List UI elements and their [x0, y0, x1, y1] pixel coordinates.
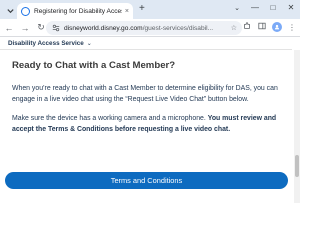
new-tab-button[interactable]: + [139, 4, 145, 14]
page-heading: Ready to Chat with a Cast Member? [12, 60, 176, 71]
omnibox-icons: ☆ [231, 24, 237, 32]
main-content: Ready to Chat with a Cast Member? When y… [12, 60, 288, 144]
maximize-button[interactable]: □ [268, 2, 278, 14]
bookmark-star-icon[interactable]: ☆ [231, 24, 237, 32]
address-bar[interactable]: disneyworld.disney.go.com/guest-services… [46, 21, 242, 35]
minimize-button[interactable]: — [250, 2, 260, 14]
section-nav[interactable]: Disability Access Service ⌄ [0, 38, 292, 50]
page-viewport: Disability Access Service ⌄ Ready to Cha… [0, 38, 300, 203]
sticky-footer: Terms and Conditions [0, 163, 294, 203]
site-info-icon[interactable] [51, 24, 60, 33]
scrollbar-thumb[interactable] [295, 155, 299, 177]
section-nav-label: Disability Access Service [8, 40, 84, 47]
chevron-down-icon: ⌄ [86, 41, 92, 47]
browser-tab[interactable]: Registering for Disability Access × [17, 3, 133, 19]
toolbar-right: ⋮ [242, 22, 297, 32]
browser-toolbar: ← → ↻ disneyworld.disney.go.com/guest-se… [0, 19, 300, 37]
url-host: disneyworld.disney.go.com [64, 24, 143, 32]
extensions-icon[interactable] [242, 22, 252, 32]
scrollbar[interactable] [294, 50, 300, 203]
tab-strip: Registering for Disability Access × + ⌄ … [0, 0, 300, 19]
intro-paragraph: When you’re ready to chat with a Cast Me… [12, 85, 278, 103]
menu-icon[interactable]: ⋮ [287, 23, 297, 32]
tab-title: Registering for Disability Access [34, 7, 122, 15]
forward-button[interactable]: → [18, 23, 32, 33]
tab-list-chevron-icon[interactable]: ⌄ [234, 4, 240, 12]
favicon-icon [21, 6, 30, 16]
url-path: /guest-services/disabil... [142, 24, 214, 32]
window-controls: — □ ✕ [250, 2, 296, 14]
profile-icon[interactable] [272, 22, 282, 32]
requirements-paragraph: Make sure the device has a working camer… [12, 114, 288, 135]
tab-search-icon[interactable] [4, 4, 16, 16]
requirements-text: Make sure the device has a working camer… [12, 115, 208, 122]
url-text: disneyworld.disney.go.com/guest-services… [64, 25, 231, 32]
terms-button-label: Terms and Conditions [110, 176, 183, 185]
sidepanel-icon[interactable] [257, 22, 267, 32]
close-window-button[interactable]: ✕ [286, 2, 296, 14]
back-button[interactable]: ← [2, 23, 16, 33]
tab-close-icon[interactable]: × [125, 8, 129, 15]
terms-and-conditions-button[interactable]: Terms and Conditions [5, 172, 288, 189]
